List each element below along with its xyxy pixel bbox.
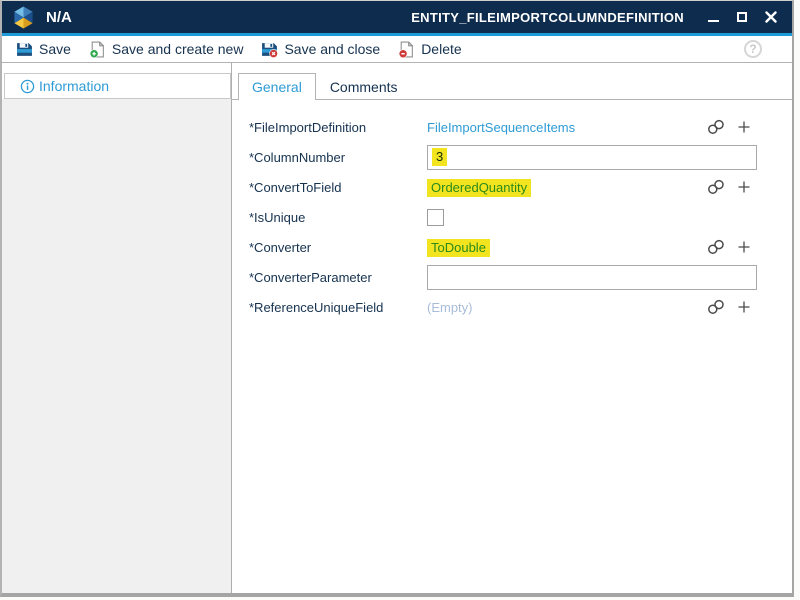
info-icon xyxy=(20,79,35,94)
field-label: *ConverterParameter xyxy=(249,270,427,285)
lookup-actions xyxy=(706,172,751,202)
form-row-isunique: *IsUnique xyxy=(249,202,792,232)
highlight-annotation: ToDouble xyxy=(427,239,490,257)
lookup-actions xyxy=(706,232,751,262)
entity-title: ENTITY_FILEIMPORTCOLUMNDEFINITION xyxy=(411,10,684,25)
form-row-converter: *Converter ToDouble xyxy=(249,232,792,262)
delete-label: Delete xyxy=(421,41,461,57)
field-label: *ReferenceUniqueField xyxy=(249,300,427,315)
form-row-referenceuniquefield: *ReferenceUniqueField (Empty) xyxy=(249,292,792,322)
window-controls xyxy=(706,9,780,25)
isunique-checkbox[interactable] xyxy=(427,209,444,226)
link-icon xyxy=(706,239,726,255)
field-label: *FileImportDefinition xyxy=(249,120,427,135)
close-icon xyxy=(765,11,777,23)
converter-link[interactable]: ToDouble xyxy=(431,240,486,255)
converterparameter-input[interactable] xyxy=(427,265,757,290)
plus-icon xyxy=(737,300,751,314)
lookup-actions xyxy=(706,112,751,142)
columnnumber-input[interactable]: 3 xyxy=(427,145,757,170)
save-close-icon xyxy=(261,41,278,58)
add-new-button[interactable] xyxy=(737,120,751,134)
sidebar-gap xyxy=(2,63,231,73)
save-label: Save xyxy=(39,41,71,57)
link-icon xyxy=(706,179,726,195)
plus-icon xyxy=(737,120,751,134)
form-row-converterparameter: *ConverterParameter xyxy=(249,262,792,292)
sidebar-background xyxy=(2,99,231,593)
link-icon xyxy=(706,299,726,315)
help-icon[interactable]: ? xyxy=(744,40,762,58)
sidebar-item-label: Information xyxy=(39,78,109,94)
main-panel: General Comments *FileImportDefinition F… xyxy=(232,63,792,593)
close-button[interactable] xyxy=(764,9,778,25)
add-new-button[interactable] xyxy=(737,300,751,314)
delete-icon xyxy=(398,41,415,58)
tab-general[interactable]: General xyxy=(238,73,316,100)
highlight-annotation: 3 xyxy=(432,148,447,166)
converttofield-link[interactable]: OrderedQuantity xyxy=(431,180,527,195)
highlight-annotation: OrderedQuantity xyxy=(427,179,531,197)
maximize-button[interactable] xyxy=(735,9,749,25)
plus-icon xyxy=(737,180,751,194)
save-and-create-new-label: Save and create new xyxy=(112,41,244,57)
field-label: *ConvertToField xyxy=(249,180,427,195)
link-icon xyxy=(706,119,726,135)
main-gap xyxy=(232,63,792,73)
save-and-create-new-button[interactable]: Save and create new xyxy=(80,36,253,62)
toolbar: Save Save and create new Save an xyxy=(2,36,792,63)
sidebar: Information xyxy=(2,63,232,593)
maximize-icon xyxy=(737,12,747,22)
sidebar-item-information[interactable]: Information xyxy=(4,73,231,99)
fileimportdefinition-link[interactable]: FileImportSequenceItems xyxy=(427,120,575,135)
general-tab-panel: *FileImportDefinition FileImportSequence… xyxy=(232,99,792,593)
referenceuniquefield-empty-value: (Empty) xyxy=(427,300,473,315)
plus-icon xyxy=(737,240,751,254)
save-create-new-icon xyxy=(89,41,106,58)
save-and-close-button[interactable]: Save and close xyxy=(252,36,389,62)
open-lookup-button[interactable] xyxy=(706,179,726,195)
content-area: Information General Comments *FileImport… xyxy=(2,63,792,593)
form-row-converttofield: *ConvertToField OrderedQuantity xyxy=(249,172,792,202)
open-lookup-button[interactable] xyxy=(706,119,726,135)
lookup-actions xyxy=(706,292,751,322)
add-new-button[interactable] xyxy=(737,240,751,254)
entity-editor-window: N/A ENTITY_FILEIMPORTCOLUMNDEFINITION Sa… xyxy=(0,0,794,597)
add-new-button[interactable] xyxy=(737,180,751,194)
save-floppy-icon xyxy=(16,41,33,58)
field-label: *ColumnNumber xyxy=(249,150,427,165)
field-label: *IsUnique xyxy=(249,210,427,225)
titlebar: N/A ENTITY_FILEIMPORTCOLUMNDEFINITION xyxy=(2,1,792,33)
open-lookup-button[interactable] xyxy=(706,239,726,255)
app-title: N/A xyxy=(46,9,72,26)
minimize-icon xyxy=(708,20,719,22)
tabstrip: General Comments xyxy=(232,73,792,99)
open-lookup-button[interactable] xyxy=(706,299,726,315)
save-button[interactable]: Save xyxy=(7,36,80,62)
tab-comments[interactable]: Comments xyxy=(316,73,412,100)
form-row-columnnumber: *ColumnNumber 3 xyxy=(249,142,792,172)
form-row-fileimportdefinition: *FileImportDefinition FileImportSequence… xyxy=(249,112,792,142)
delete-button[interactable]: Delete xyxy=(389,36,470,62)
field-label: *Converter xyxy=(249,240,427,255)
save-and-close-label: Save and close xyxy=(284,41,380,57)
minimize-button[interactable] xyxy=(706,9,720,25)
app-logo-cube-icon xyxy=(12,5,35,30)
